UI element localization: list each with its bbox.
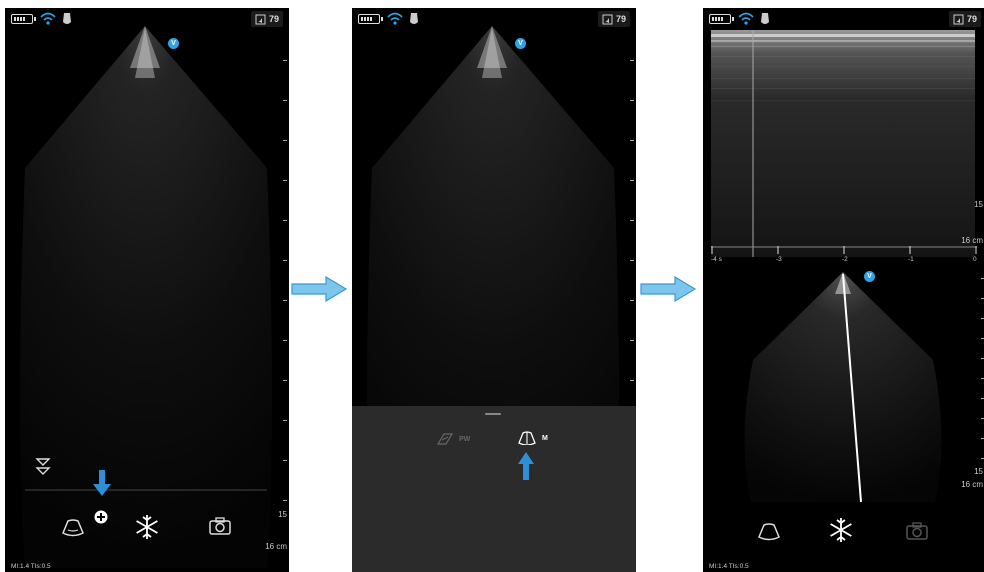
acoustic-output-readout: MI:1.4 TIs:0.5: [709, 563, 749, 570]
volume-value: 79: [615, 14, 626, 24]
volume-indicator[interactable]: 79: [948, 11, 981, 27]
chevrons-down-icon[interactable]: [35, 456, 51, 478]
wifi-icon: [387, 12, 403, 25]
mode-label-m: M: [542, 434, 548, 442]
tis-value: TIs:0.5: [30, 563, 51, 570]
tis-value: TIs:0.5: [728, 563, 749, 570]
mode-option-pw[interactable]: PW: [436, 432, 470, 446]
m-mode-icon: [518, 431, 536, 445]
bmode-depth-unit-label: 16 cm: [961, 480, 983, 489]
volume-indicator[interactable]: 79: [250, 11, 283, 27]
snowflake-icon[interactable]: [133, 513, 161, 541]
down-arrow-indicator-icon: [93, 470, 111, 496]
transition-arrow-icon: [640, 276, 697, 302]
status-bar: 79: [352, 8, 636, 30]
mi-value: MI:1.4: [11, 563, 30, 570]
mode-selection-panel: PW M: [352, 406, 636, 572]
status-bar: 79: [5, 8, 289, 30]
time-label: -4 s: [711, 256, 722, 263]
mmode-depth-max-label: 15: [974, 200, 983, 209]
volume-value: 79: [268, 14, 279, 24]
m-mode-trace: [711, 30, 975, 257]
mi-value: MI:1.4: [709, 563, 728, 570]
transition-arrow-icon: [291, 276, 348, 302]
screen-b-mode: 79 V 15 16 cm MI:1.4 TIs:0.5: [5, 8, 289, 572]
orientation-marker: V: [864, 271, 875, 282]
camera-icon[interactable]: [208, 516, 232, 536]
time-label: 0: [973, 256, 977, 263]
wifi-icon: [738, 12, 754, 25]
speaker-icon: [602, 14, 613, 24]
screen-mode-selector: 79 V PW M: [352, 8, 636, 572]
probe-sector-icon[interactable]: [59, 518, 87, 538]
mode-label-pw: PW: [459, 435, 471, 443]
time-label: -1: [908, 256, 914, 263]
speaker-icon: [953, 14, 964, 24]
battery-icon: [11, 14, 36, 24]
pw-doppler-icon: [436, 433, 454, 445]
probe-icon: [761, 13, 769, 24]
orientation-marker: V: [168, 38, 179, 49]
volume-indicator[interactable]: 79: [597, 11, 630, 27]
plus-circle-icon[interactable]: [94, 510, 108, 524]
wifi-icon: [40, 12, 56, 25]
depth-max-label: 15: [278, 510, 287, 519]
up-arrow-indicator-icon: [518, 452, 534, 480]
mmode-depth-unit-label: 16 cm: [961, 236, 983, 245]
snowflake-icon[interactable]: [827, 516, 855, 544]
depth-unit-label: 16 cm: [265, 542, 287, 551]
volume-value: 79: [966, 14, 977, 24]
orientation-marker: V: [515, 38, 526, 49]
ultrasound-sector-image: [744, 272, 942, 503]
probe-sector-icon[interactable]: [755, 522, 783, 542]
acoustic-output-readout: MI:1.4 TIs:0.5: [11, 563, 51, 570]
mode-option-m[interactable]: M: [517, 431, 548, 445]
speaker-icon: [255, 14, 266, 24]
battery-icon: [358, 14, 383, 24]
drag-handle[interactable]: [485, 413, 501, 415]
time-label: -3: [776, 256, 782, 263]
status-bar: 79: [703, 8, 984, 30]
screen-m-mode: 79 15 16 cm -4 s -3 -2 -1 0 V 15 16 cm M…: [703, 8, 984, 572]
bmode-depth-max-label: 15: [974, 467, 983, 476]
probe-icon: [410, 13, 418, 24]
camera-icon[interactable]: [905, 521, 929, 541]
probe-icon: [63, 13, 71, 24]
battery-icon: [709, 14, 734, 24]
time-label: -2: [842, 256, 848, 263]
ultrasound-sector-image: [20, 26, 272, 568]
m-mode-trace-image: [711, 30, 975, 257]
